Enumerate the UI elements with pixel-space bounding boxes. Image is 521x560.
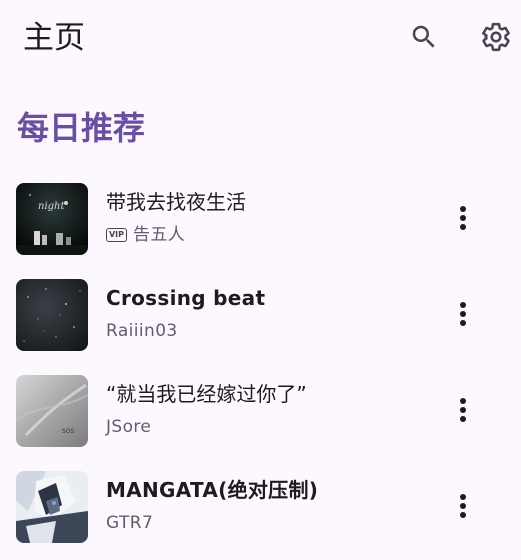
more-options-button[interactable] — [443, 482, 483, 530]
album-cover: SOS — [16, 375, 88, 447]
song-list-item[interactable]: night 带我去找夜生活 VIP 告五人 — [0, 176, 521, 262]
song-title: 带我去找夜生活 — [106, 190, 246, 214]
artist-name: 告五人 — [133, 225, 186, 245]
artist-row: Raiiin03 — [106, 319, 178, 343]
more-vert-icon — [460, 398, 466, 422]
album-cover — [16, 471, 88, 543]
gray-texture-cover: SOS — [16, 375, 88, 447]
more-options-button[interactable] — [443, 386, 483, 434]
album-cover — [16, 279, 88, 351]
song-title: MANGATA(绝对压制) — [106, 478, 319, 502]
daily-recommend-title: 每日推荐 — [17, 109, 146, 147]
more-vert-icon — [460, 494, 466, 518]
song-list-item[interactable]: Crossing beat Raiiin03 — [0, 272, 521, 358]
settings-button[interactable] — [476, 17, 516, 57]
artist-row: GTR7 — [106, 511, 153, 535]
artist-row: JSore — [106, 415, 151, 439]
artist-name: Raiiin03 — [106, 321, 178, 341]
gear-icon — [481, 22, 510, 52]
song-list-item[interactable]: MANGATA(绝对压制) GTR7 — [0, 464, 521, 550]
artist-name: JSore — [106, 417, 152, 437]
song-title: Crossing beat — [106, 286, 266, 310]
top-app-bar: 主页 — [0, 0, 521, 78]
svg-text:night: night — [38, 201, 65, 212]
more-vert-icon — [460, 302, 466, 326]
more-options-button[interactable] — [443, 194, 483, 242]
svg-text:SOS: SOS — [62, 428, 75, 435]
page-title: 主页 — [23, 20, 85, 56]
album-cover: night — [16, 183, 88, 255]
anime-character-cover — [16, 471, 88, 543]
artist-name: GTR7 — [106, 513, 154, 533]
search-icon — [412, 25, 435, 48]
song-title: “就当我已经嫁过你了” — [106, 382, 307, 406]
search-button[interactable] — [404, 17, 444, 57]
more-vert-icon — [460, 206, 466, 230]
artist-row: VIP 告五人 — [106, 223, 185, 247]
night-party-cover: night — [16, 183, 88, 255]
song-list-item[interactable]: SOS “就当我已经嫁过你了” JSore — [0, 368, 521, 454]
vip-badge: VIP — [106, 228, 127, 242]
more-options-button[interactable] — [443, 290, 483, 338]
starry-dark-cover — [16, 279, 88, 351]
